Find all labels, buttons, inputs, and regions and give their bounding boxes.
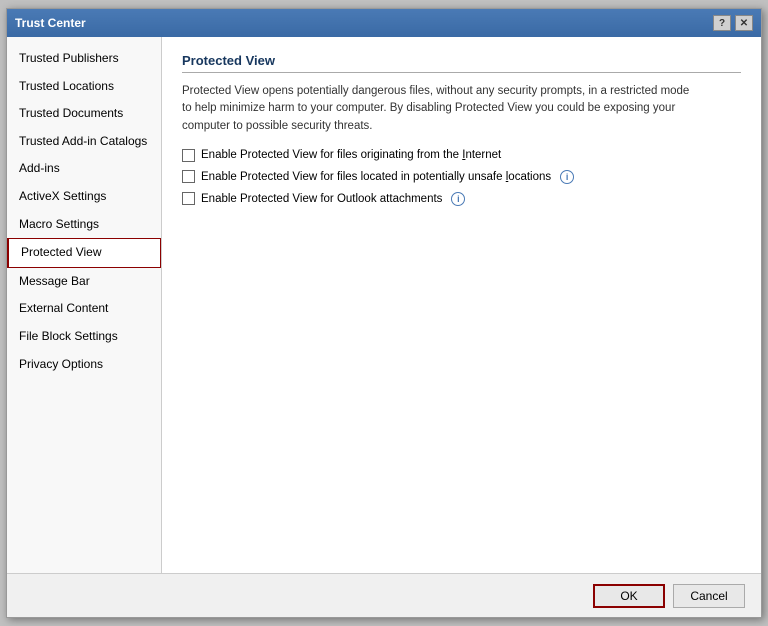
sidebar-item-privacy-options[interactable]: Privacy Options xyxy=(7,351,161,379)
sidebar-item-macro-settings[interactable]: Macro Settings xyxy=(7,211,161,239)
checkbox-row-internet: Enable Protected View for files originat… xyxy=(182,149,741,162)
checkbox-unsafe[interactable] xyxy=(182,170,195,183)
checkbox-internet-label: Enable Protected View for files originat… xyxy=(201,149,501,161)
sidebar-item-file-block-settings[interactable]: File Block Settings xyxy=(7,323,161,351)
checkbox-internet[interactable] xyxy=(182,149,195,162)
sidebar-item-trusted-documents[interactable]: Trusted Documents xyxy=(7,100,161,128)
checkbox-outlook[interactable] xyxy=(182,192,195,205)
checkbox-row-outlook: Enable Protected View for Outlook attach… xyxy=(182,192,741,206)
window-title: Trust Center xyxy=(15,16,86,30)
cancel-button[interactable]: Cancel xyxy=(673,584,745,608)
section-title: Protected View xyxy=(182,53,741,73)
checkbox-outlook-label: Enable Protected View for Outlook attach… xyxy=(201,193,442,205)
sidebar-item-trusted-publishers[interactable]: Trusted Publishers xyxy=(7,45,161,73)
trust-center-window: Trust Center ? ✕ Trusted PublishersTrust… xyxy=(6,8,762,618)
title-bar-buttons: ? ✕ xyxy=(713,15,753,31)
main-content: Protected View Protected View opens pote… xyxy=(162,37,761,573)
sidebar: Trusted PublishersTrusted LocationsTrust… xyxy=(7,37,162,573)
sidebar-item-trusted-locations[interactable]: Trusted Locations xyxy=(7,73,161,101)
description-text: Protected View opens potentially dangero… xyxy=(182,83,702,135)
checkbox-unsafe-label: Enable Protected View for files located … xyxy=(201,171,551,183)
checkbox-row-unsafe: Enable Protected View for files located … xyxy=(182,170,741,184)
title-bar: Trust Center ? ✕ xyxy=(7,9,761,37)
window-content: Trusted PublishersTrusted LocationsTrust… xyxy=(7,37,761,573)
sidebar-item-activex-settings[interactable]: ActiveX Settings xyxy=(7,183,161,211)
sidebar-item-protected-view[interactable]: Protected View xyxy=(7,238,161,268)
info-icon-outlook[interactable]: i xyxy=(451,192,465,206)
sidebar-item-message-bar[interactable]: Message Bar xyxy=(7,268,161,296)
close-button[interactable]: ✕ xyxy=(735,15,753,31)
sidebar-item-external-content[interactable]: External Content xyxy=(7,295,161,323)
info-icon-unsafe[interactable]: i xyxy=(560,170,574,184)
help-button[interactable]: ? xyxy=(713,15,731,31)
sidebar-item-trusted-add-in-catalogs[interactable]: Trusted Add-in Catalogs xyxy=(7,128,161,156)
sidebar-item-add-ins[interactable]: Add-ins xyxy=(7,155,161,183)
ok-button[interactable]: OK xyxy=(593,584,665,608)
footer: OK Cancel xyxy=(7,573,761,617)
